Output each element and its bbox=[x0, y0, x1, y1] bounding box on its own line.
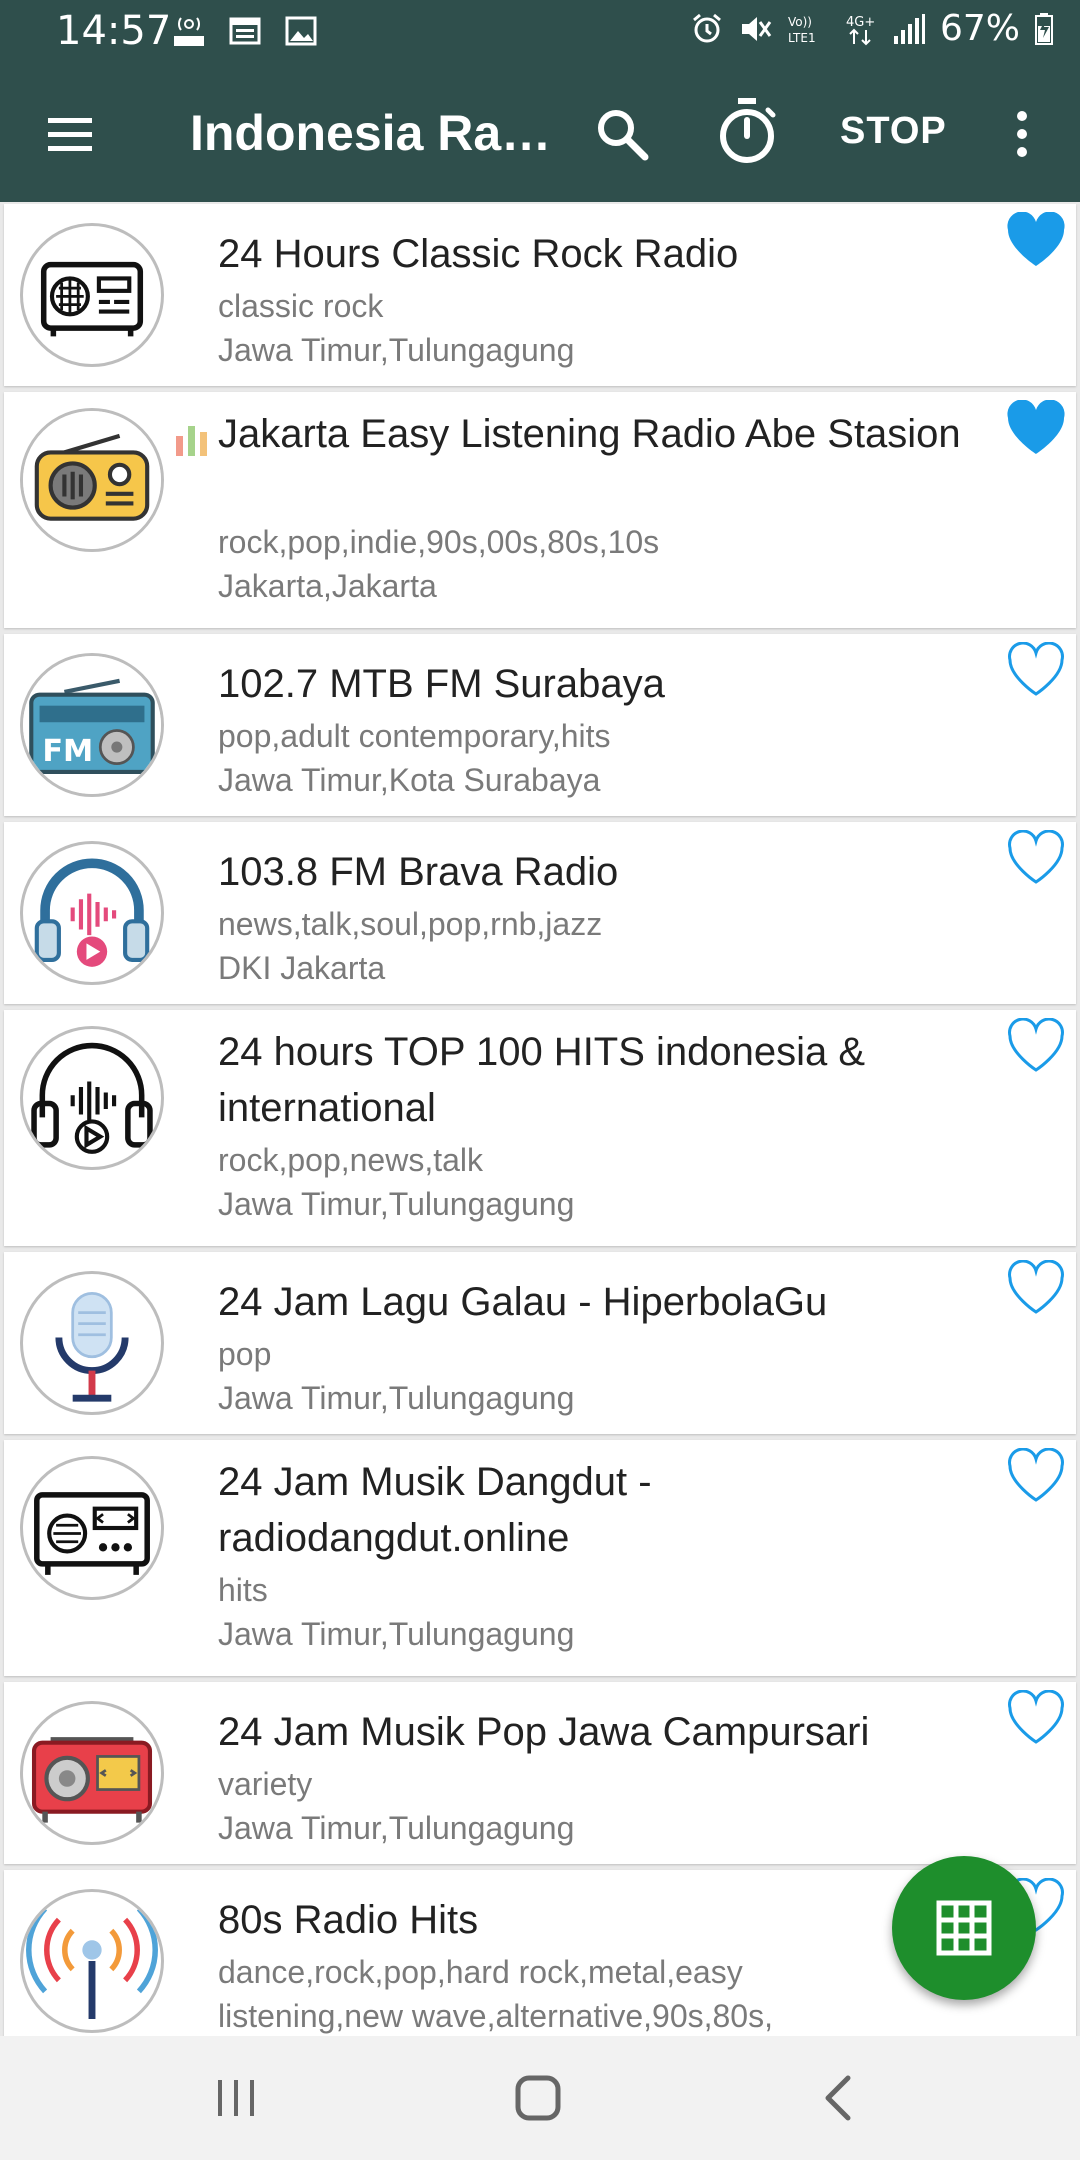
calendar-icon bbox=[229, 17, 261, 45]
favorite-outline-icon[interactable] bbox=[1004, 830, 1068, 888]
station-title: 102.7 MTB FM Surabaya bbox=[218, 662, 665, 706]
favorite-outline-icon[interactable] bbox=[1004, 1690, 1068, 1748]
broadcast-antenna-icon bbox=[20, 1889, 164, 2033]
favorite-outline-icon[interactable] bbox=[1004, 642, 1068, 700]
vintage-radio-icon bbox=[20, 223, 164, 367]
svg-text:FM: FM bbox=[42, 734, 93, 769]
station-title: 24 Jam Musik Dangdut - radiodangdut.onli… bbox=[218, 1460, 652, 1560]
radio-outline-icon bbox=[20, 1456, 164, 1600]
station-title: 24 Jam Lagu Galau - HiperbolaGu bbox=[218, 1280, 828, 1324]
notification-icons bbox=[172, 14, 318, 48]
search-icon[interactable] bbox=[590, 102, 654, 166]
favorite-outline-icon[interactable] bbox=[1004, 1260, 1068, 1318]
battery-charging-icon bbox=[1035, 12, 1053, 45]
station-title: Jakarta Easy Listening Radio Abe Stasion bbox=[218, 412, 961, 456]
now-playing-icon bbox=[176, 426, 207, 456]
headphones-icon bbox=[20, 841, 164, 985]
app-toolbar: Indonesia Ra… STOP bbox=[0, 66, 1080, 202]
station-title: 24 Jam Musik Pop Jawa Campursari bbox=[218, 1710, 870, 1754]
grid-icon bbox=[936, 1900, 992, 1956]
on-air-icon bbox=[174, 17, 204, 46]
favorite-outline-icon[interactable] bbox=[1004, 1448, 1068, 1506]
station-title: 103.8 FM Brava Radio bbox=[218, 850, 619, 894]
favorite-outline-icon[interactable] bbox=[1004, 1018, 1068, 1076]
status-time: 14:57 bbox=[56, 8, 172, 54]
station-location: Jawa Timur,Tulungagung bbox=[218, 332, 575, 368]
grid-view-button[interactable] bbox=[892, 1856, 1036, 2000]
station-title: 80s Radio Hits bbox=[218, 1898, 479, 1942]
recent-apps-icon[interactable] bbox=[206, 2070, 266, 2126]
4g-icon: 4G+ bbox=[846, 15, 875, 45]
station-item[interactable]: 103.8 FM Brava Radio news,talk,soul,pop,… bbox=[4, 822, 1076, 1004]
back-icon[interactable] bbox=[810, 2070, 870, 2126]
retro-radio-icon bbox=[20, 408, 164, 552]
station-genres: rock,pop,indie,90s,00s,80s,10s bbox=[218, 524, 660, 560]
favorite-filled-icon[interactable] bbox=[1004, 400, 1068, 458]
volte-icon: Vo)) LTE1 bbox=[788, 15, 816, 45]
station-genres: hits bbox=[218, 1572, 268, 1608]
signal-icon bbox=[893, 13, 925, 44]
system-icons: Vo)) LTE1 4G+ 67% bbox=[690, 8, 1054, 49]
station-location: listening,new wave,alternative,90s,80s, bbox=[218, 1998, 773, 2034]
station-location: DKI Jakarta bbox=[218, 950, 386, 986]
station-item[interactable]: FM 102.7 MTB FM Surabaya pop,adult conte… bbox=[4, 634, 1076, 816]
station-location: Jawa Timur,Tulungagung bbox=[218, 1380, 575, 1416]
station-genres: classic rock bbox=[218, 288, 384, 324]
station-genres: rock,pop,news,talk bbox=[218, 1142, 484, 1178]
home-icon[interactable] bbox=[508, 2070, 568, 2126]
station-genres: pop,adult contemporary,hits bbox=[218, 718, 611, 754]
station-title: 24 Hours Classic Rock Radio bbox=[218, 232, 739, 276]
station-location: Jawa Timur,Tulungagung bbox=[218, 1810, 575, 1846]
menu-icon[interactable] bbox=[40, 106, 100, 162]
station-item[interactable]: 24 Jam Musik Dangdut - radiodangdut.onli… bbox=[4, 1440, 1076, 1676]
mute-icon bbox=[741, 16, 772, 41]
station-item[interactable]: Jakarta Easy Listening Radio Abe Stasion… bbox=[4, 392, 1076, 628]
station-item[interactable]: 24 Jam Musik Pop Jawa Campursari variety… bbox=[4, 1682, 1076, 1864]
station-genres: news,talk,soul,pop,rnb,jazz bbox=[218, 906, 603, 942]
station-title: 24 hours TOP 100 HITS indonesia & intern… bbox=[218, 1030, 866, 1130]
fm-radio-icon: FM bbox=[20, 653, 164, 797]
headphones-outline-icon bbox=[20, 1026, 164, 1170]
battery-percent: 67% bbox=[939, 8, 1020, 49]
favorite-filled-icon[interactable] bbox=[1004, 212, 1068, 270]
station-location: Jawa Timur,Kota Surabaya bbox=[218, 762, 601, 798]
sleep-timer-icon[interactable] bbox=[714, 96, 780, 168]
system-navigation-bar bbox=[0, 2036, 1080, 2160]
microphone-icon bbox=[20, 1271, 164, 1415]
svg-text:LTE1: LTE1 bbox=[788, 31, 816, 45]
station-location: Jawa Timur,Tulungagung bbox=[218, 1186, 575, 1222]
red-radio-icon bbox=[20, 1701, 164, 1845]
alarm-icon bbox=[693, 13, 721, 42]
station-item[interactable]: 24 Hours Classic Rock Radio classic rock… bbox=[4, 204, 1076, 386]
stop-button[interactable]: STOP bbox=[840, 110, 947, 153]
station-location: Jakarta,Jakarta bbox=[218, 568, 437, 604]
image-icon bbox=[285, 16, 317, 46]
station-genres: pop bbox=[218, 1336, 272, 1372]
station-item[interactable]: 24 hours TOP 100 HITS indonesia & intern… bbox=[4, 1010, 1076, 1246]
station-genres: variety bbox=[218, 1766, 313, 1802]
status-bar: 14:57 Vo)) LTE1 4G+ 67% bbox=[0, 0, 1080, 66]
svg-text:4G+: 4G+ bbox=[846, 15, 875, 30]
more-options-icon[interactable] bbox=[1004, 102, 1040, 166]
svg-text:Vo)): Vo)) bbox=[788, 15, 812, 29]
app-title: Indonesia Ra… bbox=[190, 105, 552, 161]
station-location: Jawa Timur,Tulungagung bbox=[218, 1616, 575, 1652]
station-item[interactable]: 24 Jam Lagu Galau - HiperbolaGu pop Jawa… bbox=[4, 1252, 1076, 1434]
station-list: 24 Hours Classic Rock Radio classic rock… bbox=[0, 204, 1080, 2036]
